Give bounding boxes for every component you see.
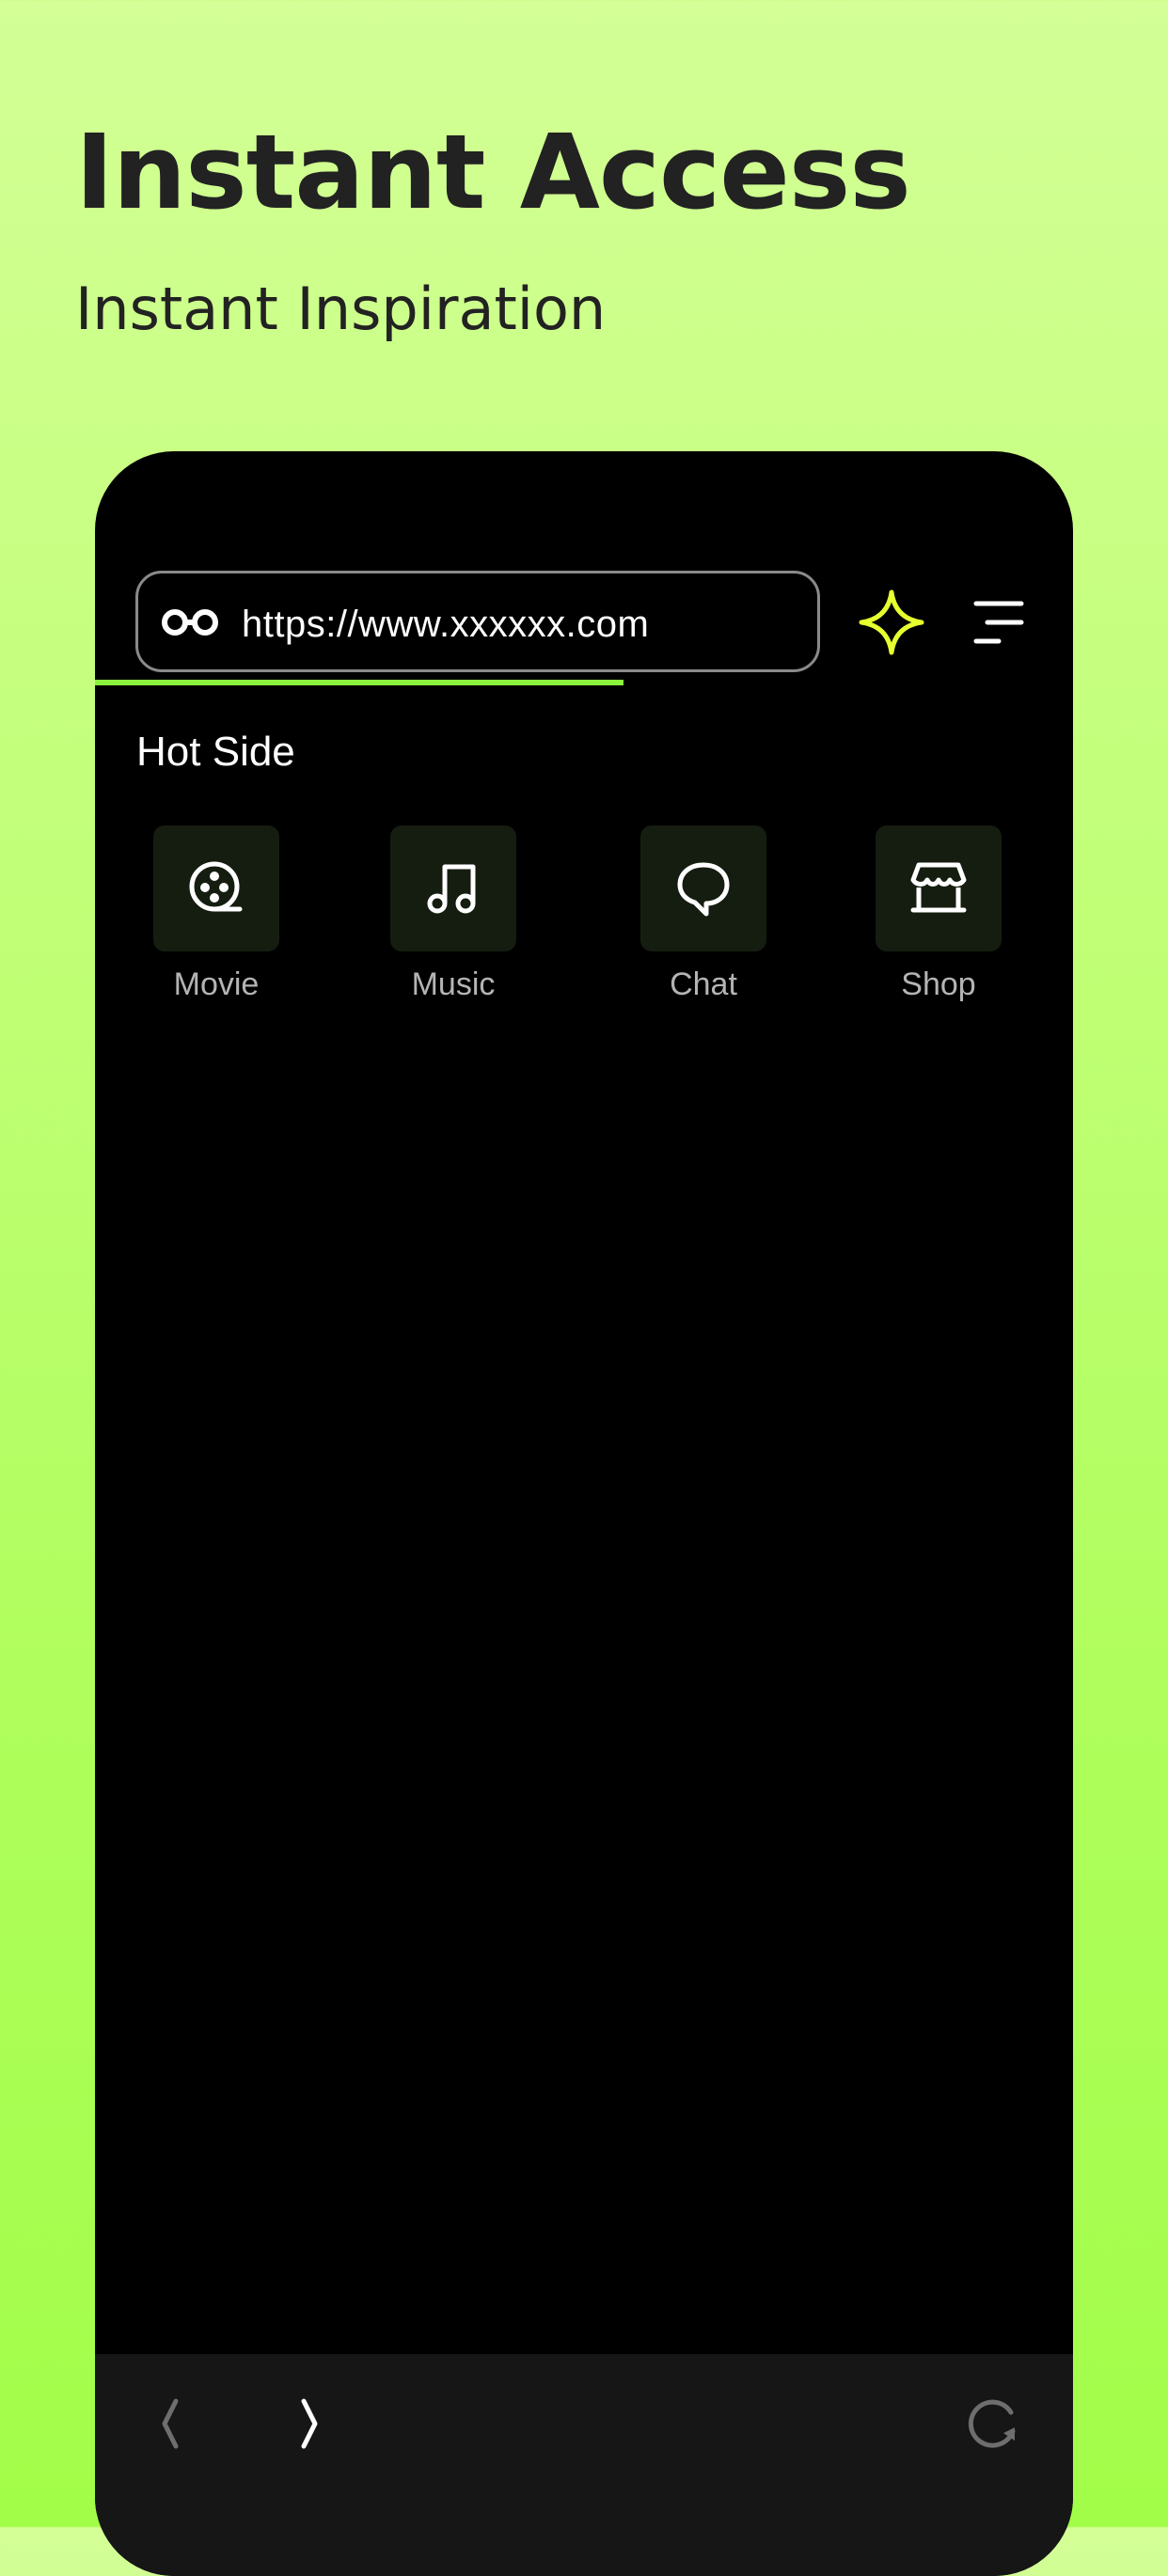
reload-icon[interactable] bbox=[966, 2395, 1022, 2452]
shortcut-tile bbox=[153, 825, 279, 951]
progress-fill bbox=[95, 680, 623, 685]
film-reel-icon bbox=[189, 861, 243, 912]
shortcut-shop[interactable]: Shop bbox=[844, 825, 1033, 1013]
shortcut-music[interactable]: Music bbox=[359, 825, 547, 1013]
shortcut-label: Movie bbox=[173, 966, 260, 1002]
url-text[interactable]: https://www.xxxxxx.com bbox=[242, 602, 649, 647]
address-bar[interactable]: https://www.xxxxxx.com bbox=[135, 571, 820, 672]
shortcut-movie[interactable]: Movie bbox=[122, 825, 310, 1013]
shortcut-chat[interactable]: Chat bbox=[609, 825, 797, 1013]
shortcut-label: Chat bbox=[670, 966, 737, 1002]
shortcut-label: Shop bbox=[901, 966, 976, 1002]
sparkle-icon[interactable] bbox=[858, 589, 925, 656]
phone-mockup: https://www.xxxxxx.com Hot Side Movie Mu… bbox=[95, 451, 1073, 2576]
subheadline: Instant Inspiration bbox=[75, 275, 607, 343]
shortcut-label: Music bbox=[411, 966, 496, 1002]
shortcut-tile bbox=[876, 825, 1002, 951]
menu-lines-icon[interactable] bbox=[971, 594, 1027, 651]
shortcut-tile bbox=[390, 825, 516, 951]
glasses-icon bbox=[162, 609, 218, 636]
music-note-icon bbox=[427, 864, 476, 914]
chat-bubble-icon bbox=[677, 862, 730, 917]
forward-chevron-icon[interactable] bbox=[283, 2395, 339, 2452]
hot-section-title: Hot Side bbox=[136, 729, 295, 775]
bottom-nav-bar bbox=[95, 2354, 1073, 2576]
page-load-progress bbox=[95, 680, 1073, 685]
back-chevron-icon[interactable] bbox=[140, 2395, 197, 2452]
headline: Instant Access bbox=[75, 112, 911, 232]
storefront-icon bbox=[910, 862, 967, 913]
shortcut-tile bbox=[640, 825, 766, 951]
